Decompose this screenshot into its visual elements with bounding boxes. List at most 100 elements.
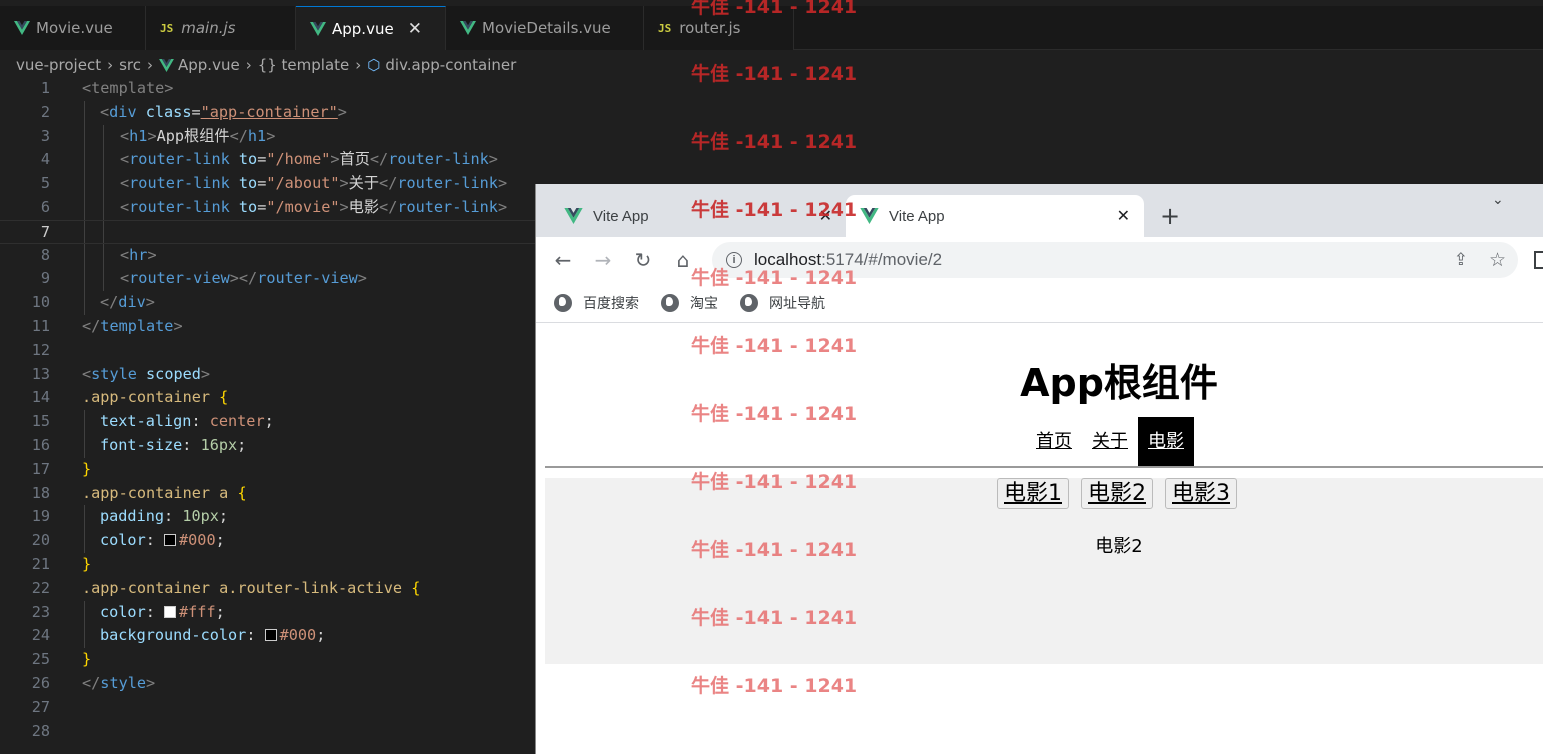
router-nav: 首页 关于 电影 (1026, 417, 1194, 467)
code-token: div (109, 102, 137, 121)
browser-tab-active[interactable]: Vite App ✕ (846, 195, 1144, 237)
code-token: to (238, 150, 258, 169)
bookmark-item[interactable]: 百度搜索 (554, 293, 639, 313)
tab-main-js[interactable]: JS main.js (146, 6, 296, 50)
js-icon: JS (658, 21, 672, 35)
chevron-right-icon: › (107, 56, 114, 74)
code-line: 23 color: #fff; (0, 600, 535, 625)
divider (545, 466, 1543, 468)
breadcrumb-item[interactable]: div.app-container (385, 56, 516, 74)
code-line: 14 .app-container { (0, 386, 535, 410)
browser-tab-title: Vite App (593, 207, 649, 225)
vue-icon (159, 58, 174, 72)
line-number: 16 (31, 435, 50, 454)
code-line: 15 text-align: center; (0, 410, 535, 434)
code-text: font-size: 16px; (100, 435, 247, 454)
breadcrumb-item[interactable]: {} template (258, 56, 350, 74)
plus-icon[interactable]: + (1160, 202, 1180, 230)
code-token: to (238, 174, 258, 193)
tab-moviedetails-vue[interactable]: MovieDetails.vue (446, 6, 644, 50)
code-token: "/about" (266, 174, 340, 193)
close-icon[interactable]: ✕ (408, 19, 422, 39)
url-path: :5174/#/movie/2 (821, 250, 943, 269)
code-token: .app-container a (82, 483, 229, 502)
code-editor[interactable]: 1 <template> 2 <div class="app-container">… (0, 77, 535, 743)
movie-link-2[interactable]: 电影2 (1081, 478, 1153, 509)
code-text: </style> (82, 673, 156, 692)
line-number: 3 (40, 126, 50, 145)
movie-link-3[interactable]: 电影3 (1165, 478, 1237, 509)
color-swatch-icon[interactable] (164, 605, 177, 618)
code-token: hr (129, 245, 148, 264)
code-token: font-size (100, 435, 183, 454)
code-text: padding: 10px; (100, 507, 229, 526)
tab-app-vue[interactable]: App.vue ✕ (296, 6, 446, 50)
home-icon[interactable]: ⌂ (669, 246, 697, 274)
back-arrow-icon[interactable]: ← (549, 246, 577, 274)
nav-link-home[interactable]: 首页 (1026, 417, 1082, 467)
breadcrumb-item[interactable]: src (119, 56, 141, 74)
code-token: router-link (397, 197, 498, 216)
line-number: 13 (31, 364, 50, 383)
code-token: .app-container a.router-link-active (82, 578, 403, 597)
close-icon[interactable]: ✕ (819, 206, 832, 226)
line-number: 21 (31, 554, 50, 573)
address-bar[interactable]: i localhost:5174/#/movie/2 ⇪ ☆ (712, 242, 1518, 278)
code-text: <router-link to="/home">首页</router-link> (120, 150, 498, 169)
breadcrumb-item[interactable]: App.vue (178, 56, 240, 74)
info-icon[interactable]: i (726, 252, 742, 268)
code-text: <router-link to="/movie">电影</router-link… (120, 197, 508, 216)
tab-movie-vue[interactable]: Movie.vue (0, 6, 146, 50)
vue-icon (14, 21, 30, 35)
code-text: background-color: #000; (100, 626, 326, 645)
code-text: <router-link to="/about">关于</router-link… (120, 174, 508, 193)
share-icon[interactable]: ⇪ (1454, 250, 1468, 270)
line-number: 4 (40, 150, 50, 169)
code-token: 关于 (348, 174, 380, 193)
bookmark-item[interactable]: 网址导航 (740, 293, 825, 313)
tab-router-js[interactable]: JS router.js (644, 6, 794, 50)
globe-icon (661, 293, 679, 312)
star-icon[interactable]: ☆ (1489, 249, 1506, 272)
browser-tab-strip: Vite App ✕ Vite App ✕ + ⌄ (536, 184, 1543, 237)
code-line: 28 (0, 720, 535, 744)
movie-link-group: 电影1 电影2 电影3 (997, 478, 1237, 509)
code-token: "/home" (266, 150, 331, 169)
forward-arrow-icon[interactable]: → (589, 246, 617, 274)
code-token: style (91, 364, 137, 383)
line-number: 8 (40, 245, 50, 264)
close-icon[interactable]: ✕ (1117, 206, 1130, 226)
bookmark-label: 百度搜索 (583, 295, 639, 312)
color-swatch-icon[interactable] (264, 629, 277, 642)
chevron-right-icon: › (355, 56, 362, 74)
js-icon: JS (160, 21, 174, 35)
nav-link-movie[interactable]: 电影 (1138, 417, 1194, 467)
code-token: "/movie" (266, 197, 340, 216)
nav-link-about[interactable]: 关于 (1082, 417, 1138, 467)
browser-tab-title: Vite App (889, 207, 945, 225)
code-token: #000 (279, 626, 317, 645)
browser-window: Vite App ✕ Vite App ✕ + ⌄ ← → ↻ ⌂ i loca… (535, 184, 1543, 754)
code-line: 12 (0, 339, 535, 363)
reload-icon[interactable]: ↻ (629, 246, 657, 274)
chevron-down-icon[interactable]: ⌄ (1492, 192, 1504, 208)
code-token: class (145, 102, 192, 121)
browser-tab[interactable]: Vite App ✕ (550, 195, 846, 237)
code-token: 10px (182, 507, 219, 526)
bookmark-item[interactable]: 淘宝 (661, 293, 718, 313)
bookmark-label: 淘宝 (690, 295, 718, 312)
code-text: .app-container a.router-link-active { (82, 578, 421, 597)
tab-label: Movie.vue (36, 19, 113, 37)
movie-link-1[interactable]: 电影1 (997, 478, 1069, 509)
code-line: 22 .app-container a.router-link-active { (0, 577, 535, 601)
line-number: 18 (31, 483, 50, 502)
color-swatch-icon[interactable] (164, 534, 177, 547)
line-number: 10 (31, 293, 50, 312)
side-panel-icon[interactable] (1534, 251, 1543, 269)
code-line: 24 background-color: #000; (0, 624, 535, 649)
breadcrumb-item[interactable]: vue-project (16, 56, 101, 74)
code-token: h1 (129, 126, 148, 145)
code-line: 16 font-size: 16px; (0, 433, 535, 458)
vue-icon (460, 21, 476, 35)
code-token: router-link (397, 174, 498, 193)
